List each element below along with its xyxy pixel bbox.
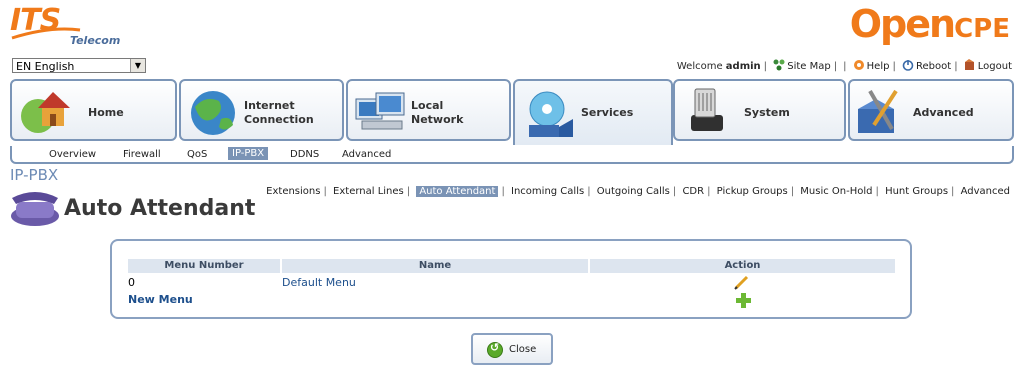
tab-advanced-label: Advanced xyxy=(913,106,974,119)
subnav-ddns[interactable]: DDNS xyxy=(290,149,319,160)
power-icon xyxy=(902,60,914,71)
close-refresh-icon xyxy=(487,341,503,358)
pbx-link-advanced[interactable]: Advanced xyxy=(961,186,1010,197)
logout-link[interactable]: Logout xyxy=(978,61,1012,72)
column-header-menu-number: Menu Number xyxy=(128,259,280,273)
new-menu-link[interactable]: New Menu xyxy=(128,293,193,306)
its-logo-subtitle: Telecom xyxy=(70,34,121,47)
pbx-link-auto-attendant[interactable]: Auto Attendant xyxy=(416,186,499,197)
language-select[interactable]: EN English ▼ xyxy=(12,58,146,73)
pbx-link-hunt-groups[interactable]: Hunt Groups xyxy=(885,186,948,197)
phone-icon xyxy=(11,192,59,226)
add-plus-icon[interactable] xyxy=(735,292,751,308)
section-title: IP-PBX xyxy=(10,166,59,184)
pbx-link-cdr[interactable]: CDR xyxy=(682,186,704,197)
subnav-overview[interactable]: Overview xyxy=(49,149,96,160)
close-button[interactable]: Close xyxy=(471,333,553,365)
opencpe-logo: OpenCPE xyxy=(850,2,1010,51)
subnav-qos[interactable]: QoS xyxy=(187,149,207,160)
tab-local-label-2: Network xyxy=(411,113,464,126)
close-button-label: Close xyxy=(509,344,537,355)
globe-icon xyxy=(191,91,235,135)
pbx-link-incoming-calls[interactable]: Incoming Calls xyxy=(511,186,584,197)
opencpe-logo-cpe: CPE xyxy=(954,14,1010,44)
row-menu-name-link[interactable]: Default Menu xyxy=(282,276,356,289)
pbx-link-pickup-groups[interactable]: Pickup Groups xyxy=(717,186,788,197)
language-select-value: EN English xyxy=(16,60,75,73)
chevron-down-icon: ▼ xyxy=(130,59,145,72)
tab-local-network[interactable]: Local Network xyxy=(346,79,511,141)
tab-advanced[interactable]: Advanced xyxy=(848,79,1014,141)
pbx-links: Extensions | External Lines | Auto Attenda… xyxy=(266,186,1010,197)
pbx-link-extensions[interactable]: Extensions xyxy=(266,186,320,197)
tab-internet-label-1: Internet xyxy=(244,99,295,112)
logout-icon xyxy=(964,59,974,70)
page-title: Auto Attendant xyxy=(64,196,256,221)
network-computers-icon xyxy=(355,92,405,130)
tab-internet-label-2: Connection xyxy=(244,113,314,126)
column-header-action: Action xyxy=(590,259,895,273)
pbx-link-music-on-hold[interactable]: Music On-Hold xyxy=(800,186,872,197)
pbx-link-outgoing-calls[interactable]: Outgoing Calls xyxy=(597,186,670,197)
row-menu-number: 0 xyxy=(128,276,135,289)
tab-home-label: Home xyxy=(88,106,124,119)
opencpe-logo-open: Open xyxy=(849,2,956,46)
sitemap-link[interactable]: Site Map xyxy=(787,61,830,72)
tab-services[interactable]: Services xyxy=(513,79,673,145)
top-links: Welcome admin | Site Map | | Help | Reboot | … xyxy=(676,59,1012,72)
subnav-ip-pbx[interactable]: IP-PBX xyxy=(228,147,269,160)
tab-home[interactable]: Home xyxy=(10,79,177,141)
auto-attendant-table: Menu Number Name Action 0 Default Menu N… xyxy=(110,239,912,319)
home-icon xyxy=(21,92,70,133)
reboot-link[interactable]: Reboot xyxy=(916,61,951,72)
services-disc-icon xyxy=(529,91,573,137)
edit-pencil-icon[interactable] xyxy=(734,274,750,290)
username: admin xyxy=(725,61,761,72)
help-icon xyxy=(853,60,864,70)
tab-system-label: System xyxy=(744,106,790,119)
tools-icon xyxy=(858,89,898,133)
tab-internet-connection[interactable]: Internet Connection xyxy=(179,79,344,141)
tab-system[interactable]: System xyxy=(673,79,846,141)
subnav-advanced[interactable]: Advanced xyxy=(342,149,391,160)
router-icon xyxy=(691,88,723,131)
services-subnav: Overview Firewall QoS IP-PBX DDNS Advanc… xyxy=(10,146,1014,164)
sitemap-icon xyxy=(773,59,785,71)
help-link[interactable]: Help xyxy=(867,61,890,72)
tab-local-label-1: Local xyxy=(411,99,444,112)
tab-services-label: Services xyxy=(581,106,634,119)
welcome-text: Welcome xyxy=(676,61,723,72)
pbx-link-external-lines[interactable]: External Lines xyxy=(333,186,404,197)
column-header-name: Name xyxy=(282,259,588,273)
subnav-firewall[interactable]: Firewall xyxy=(123,149,161,160)
